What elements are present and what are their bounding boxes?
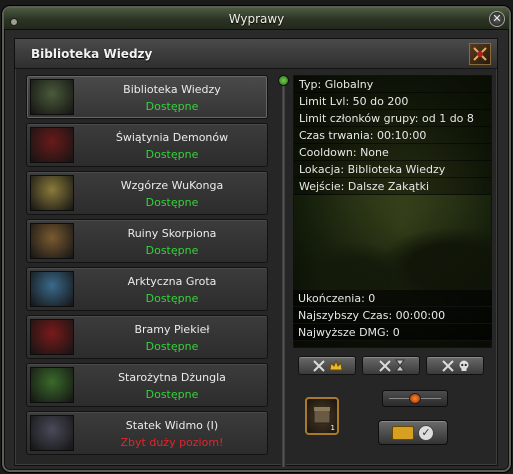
ranking-crown-button[interactable]	[298, 356, 356, 375]
dungeon-thumbnail	[30, 415, 74, 451]
crossed-swords-icon	[441, 359, 454, 372]
window-title: Wyprawy	[228, 12, 285, 26]
dungeon-thumbnail	[30, 271, 74, 307]
ticket-icon	[392, 425, 414, 440]
panel-header: Biblioteka Wiedzy	[15, 39, 497, 69]
dungeon-thumbnail	[30, 79, 74, 115]
dungeon-list-item[interactable]: Arktyczna Grota Dostępne	[26, 267, 268, 311]
detail-cooldown: Cooldown: None	[294, 144, 491, 161]
dungeon-thumbnail	[30, 127, 74, 163]
detail-location: Lokacja: Biblioteka Wiedzy	[294, 161, 491, 178]
detail-level-limit: Limit Lvl: 50 do 200	[294, 93, 491, 110]
scrollbar-thumb[interactable]	[278, 75, 289, 86]
crossed-swords-emblem-icon	[469, 43, 491, 65]
dungeon-thumbnail	[30, 175, 74, 211]
close-icon: ✕	[492, 12, 502, 25]
dungeon-list-item[interactable]: Bramy Piekieł Dostępne	[26, 315, 268, 359]
dungeon-status: Dostępne	[145, 340, 199, 353]
dungeon-name: Biblioteka Wiedzy	[123, 83, 221, 96]
dungeon-status: Zbyt duży poziom!	[120, 436, 224, 449]
detail-type: Typ: Globalny	[294, 76, 491, 93]
panel-title: Biblioteka Wiedzy	[31, 47, 153, 61]
dungeon-status: Dostępne	[145, 100, 199, 113]
ranking-dmg-button[interactable]	[426, 356, 484, 375]
difficulty-slider[interactable]	[382, 390, 448, 407]
dungeon-name: Arktyczna Grota	[127, 275, 217, 288]
dungeon-status: Dostępne	[145, 244, 199, 257]
dungeon-list-item[interactable]: Statek Widmo (I) Zbyt duży poziom!	[26, 411, 268, 455]
scrollbar[interactable]	[281, 75, 286, 467]
dungeon-list-item[interactable]: Świątynia Demonów Dostępne	[26, 123, 268, 167]
dungeon-thumbnail	[30, 367, 74, 403]
hourglass-icon	[394, 359, 405, 372]
dungeon-name: Starożytna Dżungla	[118, 371, 226, 384]
dungeon-name: Bramy Piekieł	[134, 323, 210, 336]
dungeon-name: Statek Widmo (I)	[125, 419, 219, 432]
relic-item-slot[interactable]: 1	[305, 397, 339, 435]
detail-duration: Czas trwania: 00:10:00	[294, 127, 491, 144]
dungeon-thumbnail	[30, 223, 74, 259]
stat-fastest-time: Najszybszy Czas: 00:00:00	[293, 307, 492, 324]
dungeon-name: Wzgórze WuKonga	[120, 179, 224, 192]
dungeon-status: Dostępne	[145, 388, 199, 401]
dungeon-list-item[interactable]: Biblioteka Wiedzy Dostępne	[26, 75, 268, 119]
check-icon: ✓	[418, 424, 434, 441]
slider-knob[interactable]	[409, 393, 421, 404]
dungeon-name: Świątynia Demonów	[115, 131, 229, 144]
enter-dungeon-button[interactable]: ✓	[378, 420, 448, 445]
stat-completions: Ukończenia: 0	[293, 290, 492, 307]
crossed-swords-icon	[378, 359, 391, 372]
stat-highest-dmg: Najwyższe DMG: 0	[293, 324, 492, 341]
dungeon-status: Dostępne	[145, 292, 199, 305]
skull-icon	[459, 360, 468, 371]
dungeon-thumbnail	[30, 319, 74, 355]
expeditions-window: Wyprawy ✕ Biblioteka Wiedzy Biblioteka W…	[2, 6, 511, 472]
dungeon-list-item[interactable]: Wzgórze WuKonga Dostępne	[26, 171, 268, 215]
dungeon-list-item[interactable]: Starożytna Dżungla Dostępne	[26, 363, 268, 407]
titlebar: Wyprawy ✕	[4, 8, 509, 30]
relic-count: 1	[330, 424, 335, 432]
crossed-swords-icon	[312, 359, 325, 372]
detail-entrance: Wejście: Dalsze Zakątki	[294, 178, 491, 195]
dungeon-name: Ruiny Skorpiona	[127, 227, 217, 240]
dungeon-status: Dostępne	[145, 148, 199, 161]
close-button[interactable]: ✕	[489, 11, 505, 27]
detail-group-limit: Limit członków grupy: od 1 do 8	[294, 110, 491, 127]
dungeon-status: Dostępne	[145, 196, 199, 209]
dungeon-list-item[interactable]: Ruiny Skorpiona Dostępne	[26, 219, 268, 263]
crown-icon	[328, 359, 343, 370]
ranking-time-button[interactable]	[362, 356, 420, 375]
